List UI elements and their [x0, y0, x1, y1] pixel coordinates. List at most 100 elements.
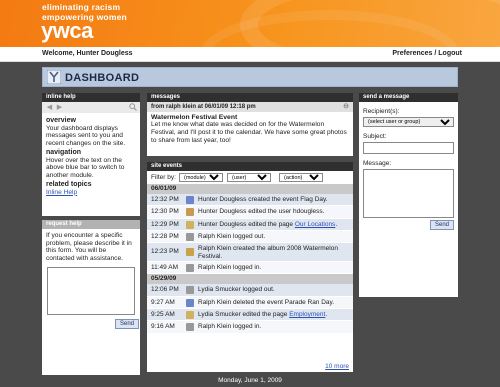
request-help-send-button[interactable]: Send — [115, 319, 140, 329]
dashboard-bar[interactable]: DASHBOARD — [42, 67, 458, 87]
page-icon — [186, 311, 194, 320]
event-text: Ralph Klein logged out. — [198, 232, 266, 240]
event-text: Ralph Klein created the album 2008 Water… — [198, 245, 338, 261]
more-events-link[interactable]: 10 more — [325, 363, 349, 370]
event-description: Ralph Klein created the album 2008 Water… — [198, 245, 348, 261]
album-icon — [186, 248, 194, 257]
help-body: overview Your dashboard displays message… — [42, 113, 140, 198]
inline-help-link[interactable]: Inline Help — [46, 189, 77, 196]
help-heading-related: related topics — [46, 181, 92, 188]
event-time: 9:16 AM — [151, 323, 175, 331]
event-row: 9:25 AM Lydia Smucker edited the page Emp… — [147, 309, 353, 322]
event-date-header: 06/01/09 — [147, 184, 353, 194]
footer-date: Monday, June 1, 2009 — [0, 375, 500, 387]
event-text: Ralph Klein logged in. — [198, 323, 262, 331]
event-text: Hunter Dougless edited the user hdougles… — [198, 208, 325, 216]
message-from-line[interactable]: from ralph klein at 06/01/09 12:18 pm ⊖ — [147, 102, 353, 112]
site-header: eliminating racism empowering women ywca — [0, 0, 500, 47]
site-events-panel: site events Filter by: (module) (user) (… — [147, 162, 353, 372]
message-subject: Watermelon Festival Event — [151, 114, 238, 121]
inline-help-title: inline help — [42, 93, 140, 102]
event-row: 12:30 PM Hunter Dougless edited the user … — [147, 206, 353, 219]
login-icon — [186, 264, 194, 273]
event-text-suffix: . — [325, 311, 328, 319]
logo[interactable]: ywca — [41, 20, 93, 42]
event-time: 9:25 AM — [151, 311, 175, 319]
event-time: 12:28 PM — [151, 232, 179, 240]
event-page-link[interactable]: Employment — [289, 311, 325, 318]
welcome-text: Welcome, Hunter Dougless — [42, 50, 133, 57]
request-help-title: request help — [42, 220, 140, 229]
main-content: DASHBOARD inline help ◀ ▶ overview Your … — [0, 62, 500, 387]
event-text: Ralph Klein logged in. — [198, 264, 262, 272]
action-filter-select[interactable]: (action) — [279, 173, 323, 182]
event-text: Hunter Dougless edited the page — [198, 220, 295, 228]
event-description: Ralph Klein logged in. — [198, 321, 261, 333]
message-sender: from ralph klein at 06/01/09 12:18 pm — [151, 104, 256, 110]
event-row: 9:27 AM Ralph Klein deleted the event Par… — [147, 296, 353, 310]
request-help-panel: request help If you encounter a specific… — [42, 220, 140, 387]
logout-icon — [186, 286, 194, 295]
event-row: 12:06 PM Lydia Smucker logged out. — [147, 284, 353, 297]
events-filter-bar: Filter by: (module) (user) (action) — [147, 171, 353, 184]
event-row: 12:28 PM Ralph Klein logged out. — [147, 230, 353, 244]
event-row: 12:23 PM Ralph Klein created the album 20… — [147, 243, 353, 263]
back-arrow-icon[interactable]: ◀ — [45, 103, 54, 112]
event-description: Hunter Dougless created the event Flag D… — [198, 194, 328, 206]
send-message-title: send a message — [359, 93, 458, 102]
event-time: 12:23 PM — [151, 248, 179, 256]
preferences-link[interactable]: Preferences — [392, 50, 432, 57]
message-label: Message: — [363, 160, 392, 167]
event-time: 12:32 PM — [151, 196, 179, 203]
event-time: 12:30 PM — [151, 208, 179, 216]
account-links: Preferences / Logout — [392, 50, 462, 57]
event-description: Lydia Smucker edited the page Employment… — [198, 309, 327, 321]
event-text: Ralph Klein deleted the event Parade Ran… — [198, 298, 335, 306]
message-body: Let me know what date was decided on for… — [151, 121, 347, 144]
help-text-overview: Your dashboard displays messages sent to… — [46, 124, 126, 147]
recipients-label: Recipient(s): — [363, 108, 400, 115]
event-row: 12:29 PM Hunter Dougless edited the page … — [147, 218, 353, 231]
page-title: DASHBOARD — [65, 72, 140, 84]
help-toolbar: ◀ ▶ — [42, 102, 140, 113]
events-list: 06/01/09 12:32 PM Hunter Dougless created … — [147, 184, 353, 334]
event-description: Ralph Klein deleted the event Parade Ran… — [198, 297, 334, 309]
logout-link[interactable]: Logout — [438, 50, 462, 57]
event-time: 9:27 AM — [151, 298, 175, 306]
logout-icon — [186, 232, 194, 241]
event-row: 11:49 AM Ralph Klein logged in. — [147, 262, 353, 275]
user-filter-select[interactable]: (user) — [227, 173, 271, 182]
event-text: Lydia Smucker logged out. — [198, 286, 275, 294]
calendar-icon — [186, 196, 194, 204]
request-help-text: If you encounter a specific problem, ple… — [46, 232, 132, 262]
event-row: 12:32 PM Hunter Dougless created the even… — [147, 194, 353, 207]
subject-label: Subject: — [363, 133, 387, 140]
help-heading-overview: overview — [46, 117, 76, 124]
help-text-navigation: Hover over the text on the above blue ba… — [46, 156, 125, 179]
event-time: 11:49 AM — [151, 264, 178, 272]
calendar-icon — [186, 298, 194, 307]
inline-help-panel: inline help ◀ ▶ overview Your dashboard … — [42, 93, 140, 216]
event-row: 9:16 AM Ralph Klein logged in. — [147, 321, 353, 334]
recipients-select[interactable]: (select user or group) — [363, 117, 454, 127]
event-description: Ralph Klein logged out. — [198, 231, 265, 243]
event-time: 12:29 PM — [151, 220, 179, 228]
event-text: Hunter Dougless created the event Flag D… — [198, 196, 328, 203]
event-description: Hunter Dougless edited the page Our Loca… — [198, 219, 337, 231]
search-icon[interactable] — [129, 103, 137, 111]
close-message-icon[interactable]: ⊖ — [343, 102, 349, 112]
filter-label: Filter by: — [151, 174, 176, 181]
subject-input[interactable] — [363, 142, 454, 154]
help-heading-navigation: navigation — [46, 149, 82, 156]
request-help-textarea[interactable] — [47, 267, 135, 315]
forward-arrow-icon[interactable]: ▶ — [55, 103, 64, 112]
message-textarea[interactable] — [363, 169, 454, 218]
tagline-line1: eliminating racism — [42, 2, 121, 12]
event-time: 12:06 PM — [151, 286, 179, 294]
event-text-suffix: . — [335, 220, 338, 228]
event-description: Ralph Klein logged in. — [198, 262, 261, 274]
send-message-button[interactable]: Send — [429, 220, 454, 230]
event-page-link[interactable]: Our Locations — [295, 221, 335, 228]
module-filter-select[interactable]: (module) — [179, 173, 223, 182]
user-bar: Welcome, Hunter Dougless Preferences / L… — [0, 47, 500, 62]
